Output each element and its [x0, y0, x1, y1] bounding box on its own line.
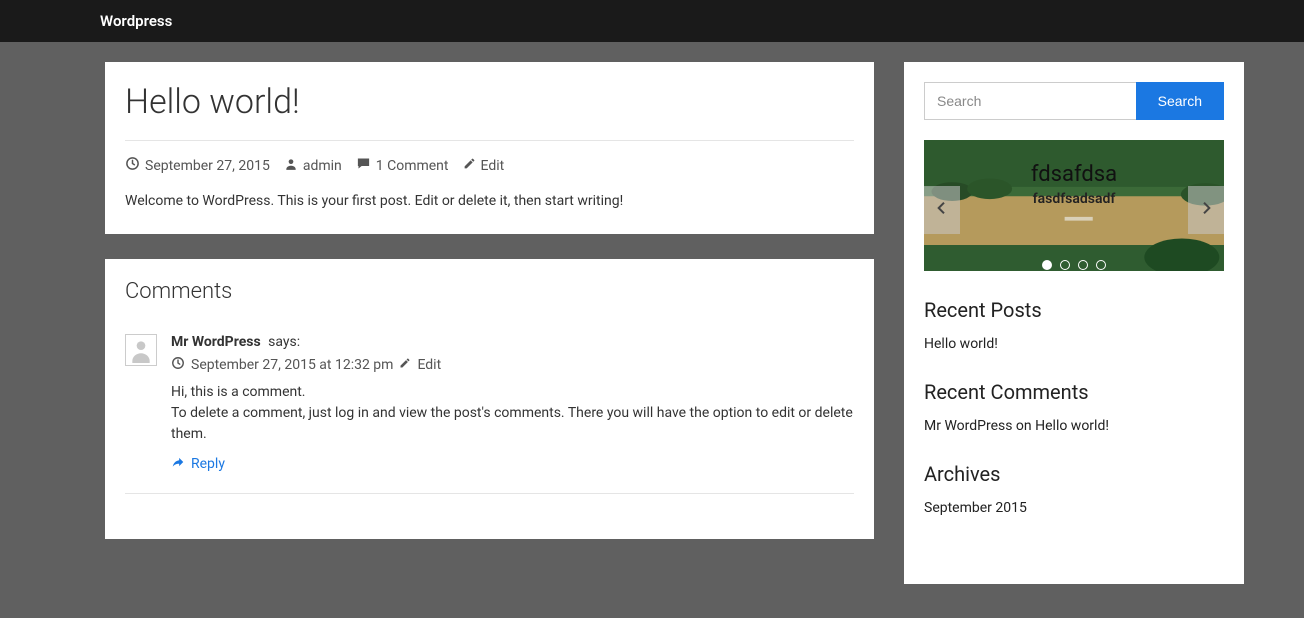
- user-icon: [284, 157, 298, 175]
- comment-says: says:: [268, 334, 300, 350]
- search-input[interactable]: [924, 82, 1136, 120]
- comment-line2: To delete a comment, just log in and vie…: [171, 405, 853, 442]
- recent-comments-section: Recent Comments Mr WordPress on Hello wo…: [924, 380, 1224, 434]
- recent-post-link[interactable]: Hello world!: [924, 336, 1224, 352]
- page-container: Hello world! September 27, 2015 admin: [0, 42, 1304, 584]
- slider-subtitle: fasdfsadsadf: [924, 191, 1224, 207]
- comment-line1: Hi, this is a comment.: [171, 384, 306, 400]
- recent-posts-title: Recent Posts: [924, 298, 1224, 322]
- slider-dots: [924, 260, 1224, 270]
- slider-title: fdsafdsa: [924, 162, 1224, 187]
- main-column: Hello world! September 27, 2015 admin: [105, 62, 874, 539]
- sidebar: Search fdsafdsa fasdfsadsadf: [904, 62, 1244, 584]
- slider: fdsafdsa fasdfsadsadf: [924, 140, 1224, 280]
- site-title[interactable]: Wordpress: [100, 12, 172, 30]
- slider-prev[interactable]: [924, 186, 960, 234]
- archives-title: Archives: [924, 462, 1224, 486]
- post-comments: 1 Comment: [356, 156, 449, 175]
- comment-item: Mr WordPress says: September 27, 2015 at…: [125, 334, 854, 494]
- slider-dot[interactable]: [1042, 260, 1052, 270]
- comment-time[interactable]: September 27, 2015 at 12:32 pm: [191, 357, 393, 373]
- search-button[interactable]: Search: [1136, 82, 1224, 120]
- pencil-icon: [399, 357, 411, 373]
- comment-icon: [356, 156, 371, 175]
- slider-text: fdsafdsa fasdfsadsadf: [924, 162, 1224, 207]
- post-edit-text[interactable]: Edit: [481, 158, 505, 174]
- search-form: Search: [924, 82, 1224, 120]
- comment-author-line: Mr WordPress says:: [171, 334, 854, 350]
- post-date-text[interactable]: September 27, 2015: [145, 158, 270, 174]
- topbar: Wordpress: [0, 0, 1304, 42]
- comment-edit[interactable]: Edit: [417, 357, 441, 373]
- post-title[interactable]: Hello world!: [125, 82, 854, 141]
- archives-section: Archives September 2015: [924, 462, 1224, 516]
- slider-dot[interactable]: [1060, 260, 1070, 270]
- post-author: admin: [284, 157, 342, 175]
- archive-link[interactable]: September 2015: [924, 500, 1224, 516]
- slider-dot[interactable]: [1096, 260, 1106, 270]
- post-author-text[interactable]: admin: [303, 158, 342, 174]
- reply-link[interactable]: Reply: [171, 455, 225, 473]
- reply-text: Reply: [191, 456, 225, 472]
- recent-comment-link[interactable]: Mr WordPress on Hello world!: [924, 418, 1224, 434]
- post-comments-text[interactable]: 1 Comment: [376, 158, 449, 174]
- comment-meta: September 27, 2015 at 12:32 pm Edit: [171, 356, 854, 374]
- post-body: Welcome to WordPress. This is your first…: [125, 193, 854, 209]
- pencil-icon: [463, 157, 476, 174]
- post-card: Hello world! September 27, 2015 admin: [105, 62, 874, 234]
- post-meta: September 27, 2015 admin 1 Comment: [125, 156, 854, 175]
- slider-dot[interactable]: [1078, 260, 1088, 270]
- recent-comments-title: Recent Comments: [924, 380, 1224, 404]
- clock-icon: [171, 356, 185, 374]
- comments-card: Comments Mr WordPress says: September 27…: [105, 259, 874, 539]
- recent-posts-section: Recent Posts Hello world!: [924, 298, 1224, 352]
- clock-icon: [125, 156, 140, 175]
- chevron-left-icon: [934, 196, 950, 224]
- comment-text: Hi, this is a comment. To delete a comme…: [171, 382, 854, 445]
- comment-body: Mr WordPress says: September 27, 2015 at…: [171, 334, 854, 473]
- comment-author[interactable]: Mr WordPress: [171, 334, 261, 350]
- comments-heading: Comments: [125, 279, 854, 304]
- chevron-right-icon: [1198, 196, 1214, 224]
- post-date: September 27, 2015: [125, 156, 270, 175]
- slider-next[interactable]: [1188, 186, 1224, 234]
- post-edit: Edit: [463, 157, 505, 174]
- reply-icon: [171, 455, 185, 473]
- avatar: [125, 334, 157, 366]
